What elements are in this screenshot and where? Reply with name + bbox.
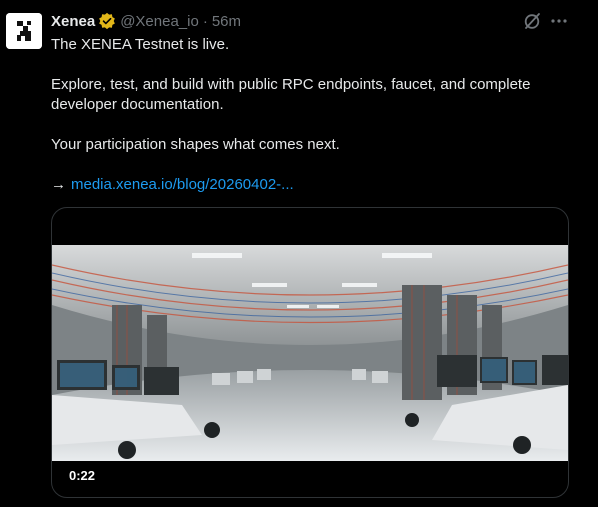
video-thumbnail[interactable] — [52, 245, 568, 461]
video-player[interactable]: 0:22 — [51, 207, 569, 498]
author-handle[interactable]: @Xenea_io — [120, 13, 199, 30]
tweet-header: Xenea @Xenea_io · 56m — [51, 11, 241, 31]
post-text-line: The XENEA Testnet is live. — [51, 36, 230, 53]
avatar[interactable] — [6, 13, 42, 49]
post-text-paragraph: Explore, test, and build with public RPC… — [51, 76, 531, 113]
more-icon[interactable] — [549, 11, 569, 31]
author-name[interactable]: Xenea — [51, 13, 95, 30]
grok-icon[interactable] — [522, 11, 542, 31]
post-link-line: → media.xenea.io/blog/20260402-... — [51, 175, 581, 195]
xenea-logo-icon — [6, 13, 42, 49]
tweet[interactable]: Xenea @Xenea_io · 56m The XENEA Testnet … — [0, 0, 598, 507]
post-text-line: Your participation shapes what comes nex… — [51, 136, 340, 153]
verified-badge-icon — [99, 12, 116, 30]
header-separator: · — [202, 12, 208, 30]
post-link[interactable]: media.xenea.io/blog/20260402-... — [71, 175, 294, 195]
arrow-icon: → — [51, 176, 66, 193]
video-duration: 0:22 — [69, 468, 96, 483]
post-time[interactable]: 56m — [212, 13, 241, 30]
